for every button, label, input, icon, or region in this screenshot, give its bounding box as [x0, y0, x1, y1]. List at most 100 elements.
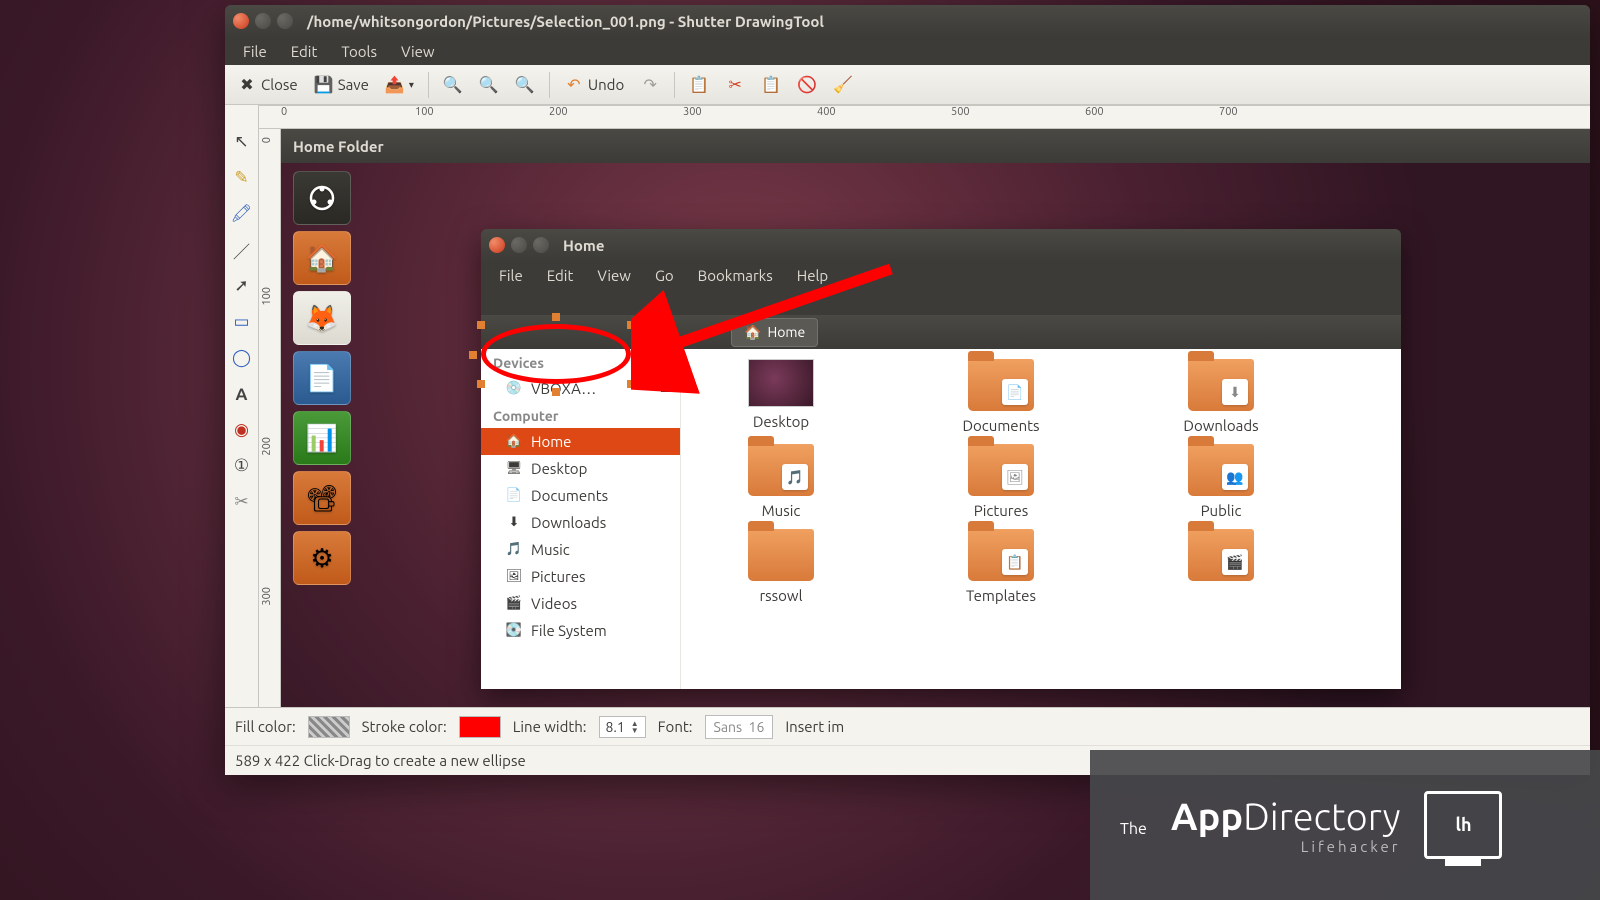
zoom-in-icon: 🔍	[443, 75, 463, 95]
sidebar-item-pictures[interactable]: 🖼Pictures	[481, 563, 680, 590]
zoom-fit-button[interactable]: 🔍	[509, 71, 541, 99]
line-width-input[interactable]: 8.1▲▼	[599, 716, 646, 738]
home-folder-title: Home Folder	[293, 138, 384, 155]
folder-documents[interactable]: 📄Documents	[921, 359, 1081, 434]
pencil-tool[interactable]: ✎	[231, 167, 253, 189]
selection-handle[interactable]	[627, 321, 635, 329]
selection-handle[interactable]	[552, 313, 560, 321]
censor-tool[interactable]: ◉	[231, 419, 253, 441]
naut-menu-file[interactable]: File	[489, 264, 533, 287]
delete-button[interactable]: 🚫	[791, 71, 823, 99]
clear-button[interactable]: 🧹	[827, 71, 859, 99]
sidebar-item-label: File System	[531, 622, 607, 639]
eject-icon[interactable]: ⏏	[660, 381, 672, 396]
pointer-tool[interactable]: ↖	[231, 131, 253, 153]
selection-handle[interactable]	[469, 351, 477, 359]
font-size: 16	[749, 719, 765, 735]
sidebar-device-vboxa[interactable]: 💿 VBOXA… ⏏	[481, 375, 680, 402]
menu-view[interactable]: View	[391, 40, 445, 63]
window-minimize-icon[interactable]	[255, 13, 271, 29]
stepper-icon[interactable]: ▲▼	[631, 720, 639, 734]
naut-menu-bookmarks[interactable]: Bookmarks	[688, 264, 783, 287]
zoom-in-button[interactable]: 🔍	[437, 71, 469, 99]
nautilus-close-icon[interactable]	[489, 237, 505, 253]
selection-handle[interactable]	[477, 321, 485, 329]
folder-item[interactable]: 🎬	[1141, 529, 1301, 604]
menu-tools[interactable]: Tools	[331, 40, 387, 63]
arrow-tool[interactable]: ➚	[231, 275, 253, 297]
launcher-dash-icon[interactable]	[293, 171, 351, 225]
naut-menu-help[interactable]: Help	[787, 264, 838, 287]
rectangle-tool[interactable]: ▭	[231, 311, 253, 333]
launcher-files-icon[interactable]: 🏠	[293, 231, 351, 285]
text-tool[interactable]: A	[231, 383, 253, 405]
sidebar-item-downloads[interactable]: ⬇Downloads	[481, 509, 680, 536]
menu-file[interactable]: File	[233, 40, 277, 63]
paste-button[interactable]: 📋	[755, 71, 787, 99]
selection-handle[interactable]	[635, 351, 643, 359]
folder-public[interactable]: 👥Public	[1141, 444, 1301, 519]
naut-menu-view[interactable]: View	[587, 264, 641, 287]
cut-button[interactable]: ✂	[719, 71, 751, 99]
close-button[interactable]: ✖Close	[231, 71, 304, 99]
canvas[interactable]: Home Folder 🏠 🦊 📄 📊 📽 ⚙ Home File Edit V…	[281, 129, 1590, 707]
crop-tool[interactable]: ✂	[231, 491, 253, 513]
sidebar-item-label: Music	[531, 541, 570, 558]
sidebar-item-desktop[interactable]: 🖥Desktop	[481, 455, 680, 482]
window-maximize-icon[interactable]	[277, 13, 293, 29]
highlighter-tool[interactable]: 🖍	[231, 203, 253, 225]
copy-button[interactable]: 📋	[683, 71, 715, 99]
folder-downloads[interactable]: ⬇Downloads	[1141, 359, 1301, 434]
save-button[interactable]: 💾Save	[308, 71, 375, 99]
number-tool[interactable]: ①	[231, 455, 253, 477]
folder-label: Downloads	[1183, 417, 1258, 434]
window-close-icon[interactable]	[233, 13, 249, 29]
sidebar-item-music[interactable]: 🎵Music	[481, 536, 680, 563]
launcher-writer-icon[interactable]: 📄	[293, 351, 351, 405]
launcher-app-icon[interactable]: ⚙	[293, 531, 351, 585]
sidebar-item-home[interactable]: 🏠Home	[481, 428, 680, 455]
selection-handle[interactable]	[627, 380, 635, 388]
selection-handle[interactable]	[552, 388, 560, 396]
sidebar-item-documents[interactable]: 📄Documents	[481, 482, 680, 509]
redo-button[interactable]: ↷	[634, 71, 666, 99]
folder-icon: 🎬	[505, 596, 523, 612]
fill-color-swatch[interactable]	[308, 716, 350, 738]
ellipse-tool[interactable]: ◯	[231, 347, 253, 369]
sidebar-item-videos[interactable]: 🎬Videos	[481, 590, 680, 617]
folder-pictures[interactable]: 🖼Pictures	[921, 444, 1081, 519]
menu-edit[interactable]: Edit	[281, 40, 328, 63]
zoom-out-button[interactable]: 🔍	[473, 71, 505, 99]
nautilus-main[interactable]: Desktop 📄Documents ⬇Downloads 🎵Music 🖼Pictur…	[681, 349, 1401, 689]
undo-button[interactable]: ↶Undo	[558, 71, 630, 99]
zoom-out-icon: 🔍	[479, 75, 499, 95]
ruler-tick: 300	[261, 587, 273, 606]
menubar: File Edit Tools View	[225, 37, 1590, 65]
chevron-down-icon: ▾	[409, 79, 414, 91]
copy-icon: 📋	[689, 75, 709, 95]
pathbar-home-button[interactable]: 🏠Home	[731, 318, 818, 347]
ruler-vertical: 0100200300	[259, 129, 281, 707]
folder-music[interactable]: 🎵Music	[701, 444, 861, 519]
folder-label: Desktop	[753, 413, 809, 430]
line-tool[interactable]: ／	[231, 239, 253, 261]
nautilus-minimize-icon[interactable]	[511, 237, 527, 253]
folder-desktop[interactable]: Desktop	[701, 359, 861, 434]
font-picker[interactable]: Sans 16	[705, 715, 774, 739]
watermark-subtitle: Lifehacker	[1301, 838, 1401, 855]
launcher-firefox-icon[interactable]: 🦊	[293, 291, 351, 345]
launcher-calc-icon[interactable]: 📊	[293, 411, 351, 465]
delete-icon: 🚫	[797, 75, 817, 95]
sidebar-item-file-system[interactable]: 💽File System	[481, 617, 680, 644]
ruler-tick: 400	[817, 106, 836, 118]
nautilus-maximize-icon[interactable]	[533, 237, 549, 253]
selection-handle[interactable]	[477, 380, 485, 388]
folder-templates[interactable]: 📋Templates	[921, 529, 1081, 604]
naut-menu-go[interactable]: Go	[645, 264, 684, 287]
naut-menu-edit[interactable]: Edit	[537, 264, 584, 287]
folder-icon	[748, 529, 814, 581]
stroke-color-swatch[interactable]	[459, 716, 501, 738]
folder-rssowl[interactable]: rssowl	[701, 529, 861, 604]
launcher-impress-icon[interactable]: 📽	[293, 471, 351, 525]
export-button[interactable]: 📤▾	[379, 71, 420, 99]
